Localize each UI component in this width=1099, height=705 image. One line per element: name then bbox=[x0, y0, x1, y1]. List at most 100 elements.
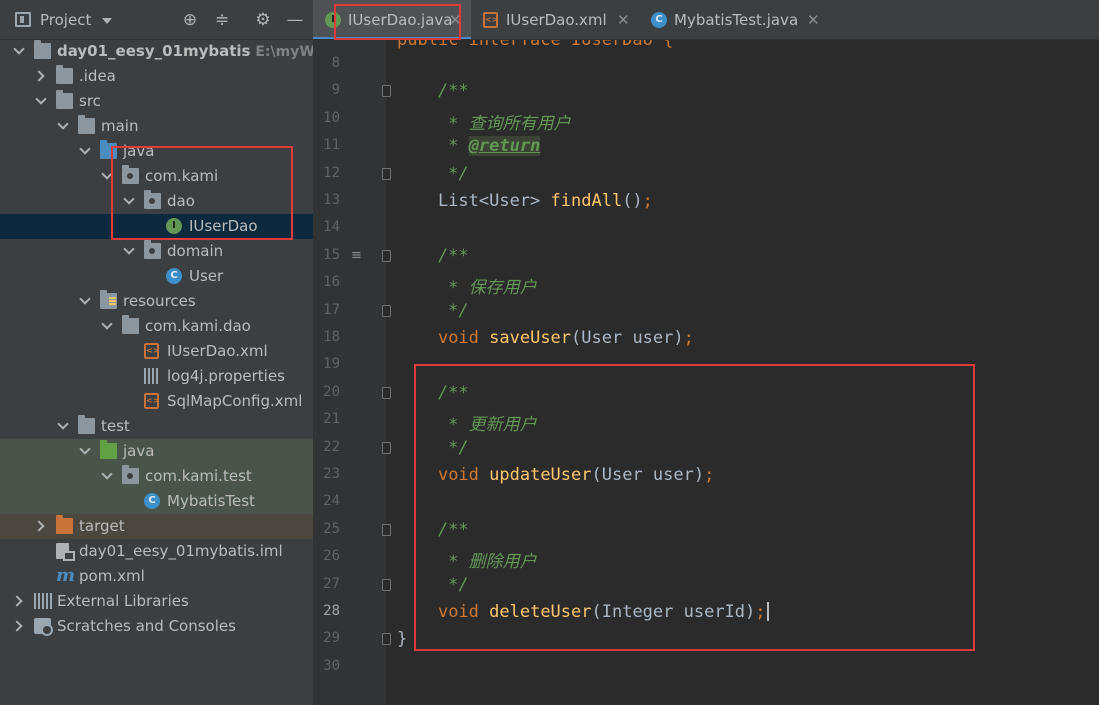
code-text: } bbox=[397, 629, 407, 649]
fold-marker-icon[interactable] bbox=[382, 633, 391, 646]
fold-marker-icon[interactable] bbox=[382, 304, 391, 317]
module-path: E:\myWork bbox=[255, 44, 313, 60]
code-token: saveUser bbox=[489, 328, 572, 348]
tree-item-resources[interactable]: resources bbox=[0, 289, 313, 314]
code-line[interactable]: 10 * 查询所有用户 bbox=[313, 106, 1099, 134]
code-line[interactable]: 14 bbox=[313, 215, 1099, 242]
fold-marker-icon[interactable] bbox=[382, 441, 391, 454]
tree-item-label: pom.xml bbox=[79, 567, 145, 585]
annotation-box-tab bbox=[334, 4, 461, 40]
code-line[interactable]: 11 * @return bbox=[313, 133, 1099, 160]
chevron-down-icon[interactable] bbox=[102, 18, 112, 24]
chevron-right-icon[interactable] bbox=[11, 595, 23, 607]
tree-item-label: main bbox=[101, 117, 138, 135]
code-token: void bbox=[437, 328, 490, 348]
chevron-down-icon[interactable] bbox=[35, 93, 47, 105]
tree-item-test[interactable]: test bbox=[0, 414, 313, 439]
project-panel: Project ⊕ ≑ ⚙ — day01_eesy_01mybatis E:\… bbox=[0, 0, 313, 705]
code-line[interactable]: 30 bbox=[313, 654, 1099, 681]
fold-marker-icon[interactable] bbox=[382, 386, 391, 399]
chevron-down-icon[interactable] bbox=[79, 443, 91, 455]
tree-item-day01-eesy-01mybatis[interactable]: day01_eesy_01mybatis E:\myWork bbox=[0, 39, 313, 64]
chevron-right-icon[interactable] bbox=[33, 70, 45, 82]
tree-item-label: com.kami.test bbox=[145, 467, 252, 485]
chevron-down-icon[interactable] bbox=[101, 318, 113, 330]
folder-icon bbox=[56, 90, 73, 109]
line-number: 19 bbox=[323, 356, 340, 373]
tree-item-com-kami-test[interactable]: com.kami.test bbox=[0, 464, 313, 489]
tree-item--idea[interactable]: .idea bbox=[0, 64, 313, 89]
chevron-down-icon[interactable] bbox=[123, 243, 135, 255]
code-token: } bbox=[397, 629, 408, 650]
close-icon[interactable]: ✕ bbox=[807, 11, 820, 29]
line-number: 12 bbox=[323, 164, 340, 181]
tree-item-src[interactable]: src bbox=[0, 89, 313, 114]
project-view-icon bbox=[15, 12, 31, 27]
chevron-right-icon[interactable] bbox=[11, 620, 23, 632]
code-line[interactable]: 8 bbox=[313, 51, 1099, 78]
code-token: findAll bbox=[550, 191, 623, 211]
fold-marker-icon[interactable] bbox=[382, 578, 391, 591]
tree-item-domain[interactable]: domain bbox=[0, 239, 313, 264]
tab-mybatistest-java[interactable]: C MybatisTest.java ✕ bbox=[639, 0, 829, 39]
chevron-down-icon[interactable] bbox=[57, 418, 69, 430]
code-token: List<User> bbox=[397, 191, 551, 211]
tree-item-text: .idea bbox=[79, 67, 116, 85]
tree-item-main[interactable]: main bbox=[0, 114, 313, 139]
fold-marker-icon[interactable] bbox=[382, 523, 391, 536]
tree-item-text: day01_eesy_01mybatis.iml bbox=[79, 542, 283, 560]
settings-gear-icon[interactable]: ⚙ bbox=[253, 10, 273, 30]
line-number: 15 bbox=[323, 246, 340, 263]
tree-item-pom-xml[interactable]: m pom.xml bbox=[0, 564, 313, 589]
tree-item-day01-eesy-01mybatis-iml[interactable]: day01_eesy_01mybatis.iml bbox=[0, 539, 313, 564]
collapse-all-icon[interactable]: ≑ bbox=[212, 10, 232, 30]
code-text: * 查询所有用户 bbox=[397, 109, 570, 134]
tree-item-external-libraries[interactable]: External Libraries bbox=[0, 589, 313, 614]
fold-marker-icon[interactable] bbox=[382, 249, 391, 262]
tree-item-text: SqlMapConfig.xml bbox=[167, 392, 303, 410]
project-panel-header: Project ⊕ ≑ ⚙ — bbox=[0, 0, 313, 40]
module-folder-icon bbox=[34, 40, 51, 59]
code-line[interactable]: 9 /** bbox=[313, 78, 1099, 105]
fold-marker-icon[interactable] bbox=[382, 167, 391, 180]
tree-item-label: SqlMapConfig.xml bbox=[167, 392, 302, 410]
chevron-down-icon[interactable] bbox=[79, 293, 91, 305]
tree-item-mybatistest[interactable]: C MybatisTest bbox=[0, 489, 313, 514]
chevron-down-icon[interactable] bbox=[13, 43, 25, 55]
code-token: /** bbox=[397, 245, 469, 266]
hide-panel-icon[interactable]: — bbox=[285, 10, 305, 30]
tree-item-scratches-and-consoles[interactable]: Scratches and Consoles bbox=[0, 614, 313, 639]
line-number: 30 bbox=[323, 657, 340, 674]
chevron-right-icon[interactable] bbox=[33, 520, 45, 532]
tab-iuserdao-xml[interactable]: <> IUserDao.xml ✕ bbox=[471, 0, 639, 39]
code-line[interactable]: 13 List<User> findAll(); bbox=[313, 188, 1099, 215]
code-text: List<User> findAll(); bbox=[397, 191, 653, 211]
project-view-selector[interactable]: Project bbox=[40, 11, 91, 29]
tree-item-log4j-properties[interactable]: log4j.properties bbox=[0, 364, 313, 389]
implementation-marker-icon[interactable]: ≡ bbox=[351, 248, 367, 263]
locate-file-icon[interactable]: ⊕ bbox=[180, 10, 200, 30]
chevron-down-icon[interactable] bbox=[101, 468, 113, 480]
code-line[interactable]: 12 */ bbox=[313, 161, 1099, 188]
code-line[interactable]: 15 ≡ /** bbox=[313, 243, 1099, 270]
tree-item-text: src bbox=[79, 92, 101, 110]
tree-item-user[interactable]: C User bbox=[0, 264, 313, 289]
code-text: /** bbox=[397, 81, 469, 101]
close-icon[interactable]: ✕ bbox=[617, 11, 630, 29]
tree-item-text: com.kami.dao bbox=[145, 317, 251, 335]
code-line[interactable]: 18 void saveUser(User user); bbox=[313, 325, 1099, 352]
tree-item-java[interactable]: java bbox=[0, 439, 313, 464]
code-text: public interface IUserDao { bbox=[397, 40, 674, 50]
fold-marker-icon[interactable] bbox=[382, 85, 391, 98]
chevron-down-icon[interactable] bbox=[57, 118, 69, 130]
code-line[interactable]: 16 * 保存用户 bbox=[313, 270, 1099, 298]
tree-item-text: MybatisTest bbox=[167, 492, 255, 510]
line-number: 18 bbox=[323, 329, 340, 345]
chevron-down-icon[interactable] bbox=[79, 143, 91, 155]
tree-item-iuserdao-xml[interactable]: <> IUserDao.xml bbox=[0, 339, 313, 364]
tree-item-com-kami-dao[interactable]: com.kami.dao bbox=[0, 314, 313, 339]
code-line[interactable]: 17 */ bbox=[313, 298, 1099, 325]
tree-item-sqlmapconfig-xml[interactable]: <> SqlMapConfig.xml bbox=[0, 389, 313, 414]
tree-item-target[interactable]: target bbox=[0, 514, 313, 539]
resources-folder-icon bbox=[100, 290, 117, 309]
